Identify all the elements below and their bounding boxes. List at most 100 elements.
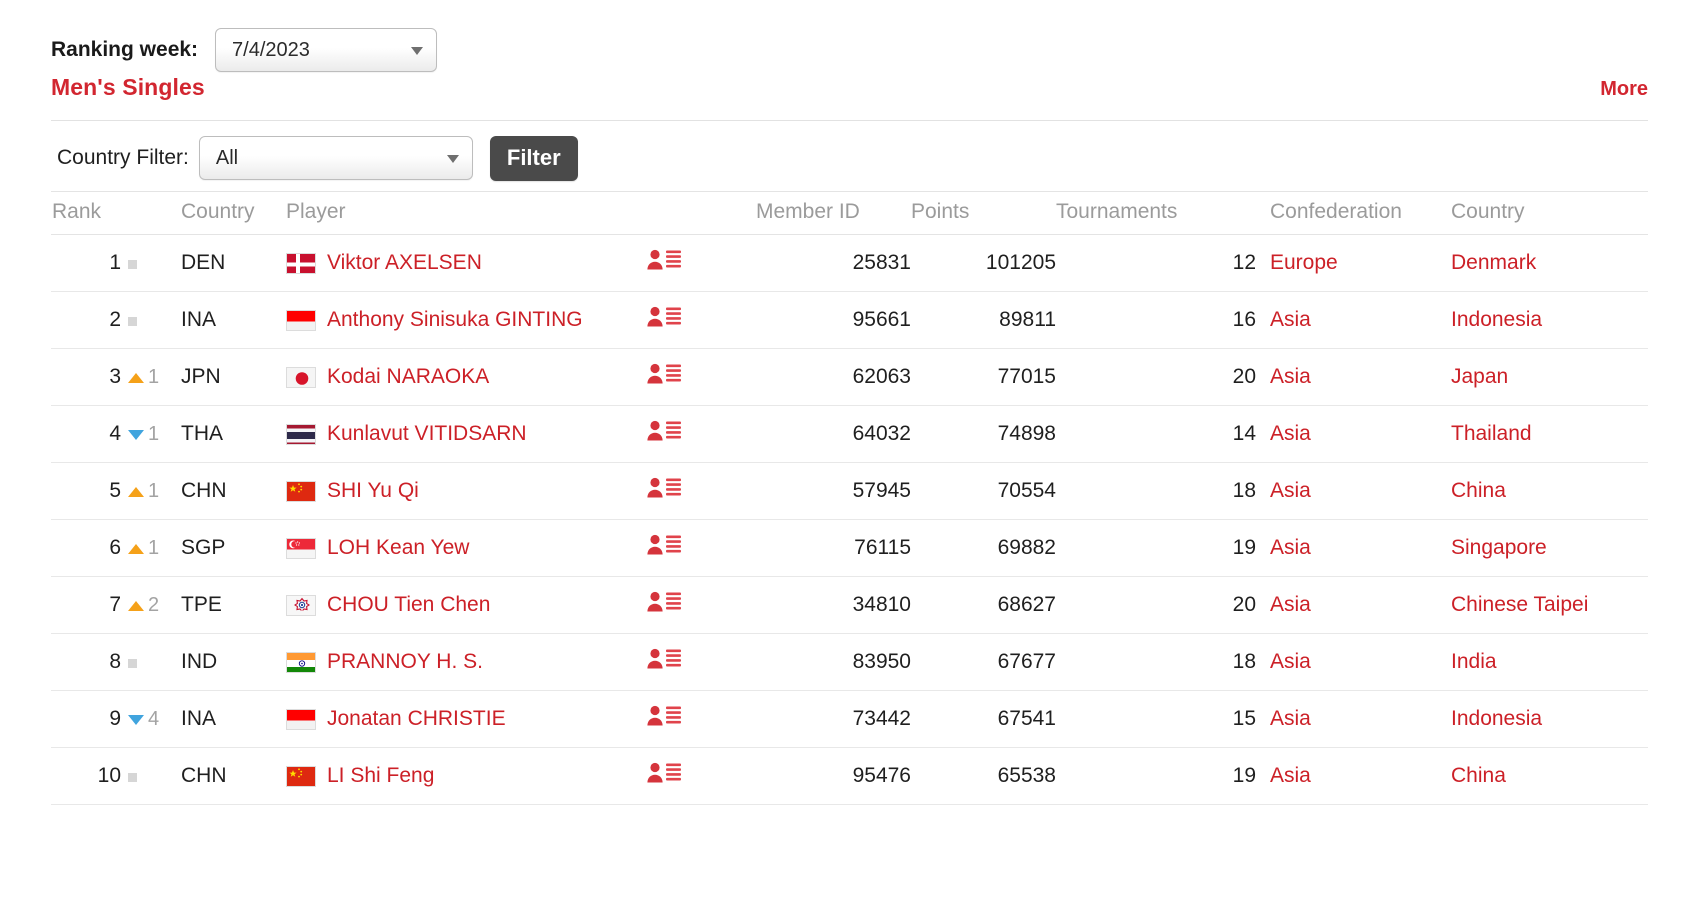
- cell-country-code: DEN: [181, 234, 286, 292]
- cell-confederation: Asia: [1256, 462, 1451, 520]
- column-header-member-id[interactable]: Member ID: [756, 191, 911, 235]
- column-header-points[interactable]: Points: [911, 191, 1056, 235]
- confederation-link[interactable]: Asia: [1270, 650, 1311, 673]
- arrow-up-icon: [128, 543, 144, 554]
- cell-rank-movement: 1: [121, 519, 181, 577]
- column-header-confederation[interactable]: Confederation: [1256, 191, 1451, 235]
- cell-points: 74898: [911, 405, 1056, 463]
- column-header-country-code[interactable]: Country: [181, 191, 286, 235]
- country-link[interactable]: Chinese Taipei: [1451, 593, 1588, 616]
- confederation-link[interactable]: Asia: [1270, 308, 1311, 331]
- cell-tournaments: 18: [1056, 462, 1256, 520]
- player-name-link[interactable]: SHI Yu Qi: [327, 479, 419, 503]
- country-link[interactable]: Denmark: [1451, 251, 1536, 274]
- cell-country-code: INA: [181, 690, 286, 748]
- cell-confederation: Asia: [1256, 633, 1451, 691]
- rank-movement-value: 1: [148, 537, 160, 560]
- country-link[interactable]: Thailand: [1451, 422, 1532, 445]
- player-name-link[interactable]: PRANNOY H. S.: [327, 650, 483, 674]
- confederation-link[interactable]: Asia: [1270, 593, 1311, 616]
- cell-points: 67541: [911, 690, 1056, 748]
- table-row: 10 CHN LI Shi Feng 95476 65538 19 Asia China: [51, 747, 1648, 805]
- player-profile-icon[interactable]: [646, 590, 682, 614]
- table-header: Rank Country Player Member ID Points Tou…: [51, 191, 1648, 235]
- player-name-link[interactable]: Kodai NARAOKA: [327, 365, 489, 389]
- cell-rank: 4: [51, 405, 121, 463]
- cell-confederation: Asia: [1256, 405, 1451, 463]
- thailand-flag: [286, 423, 316, 445]
- ranking-week-value: 7/4/2023: [232, 38, 310, 61]
- country-filter-value: All: [215, 146, 239, 169]
- player-name-link[interactable]: LOH Kean Yew: [327, 536, 469, 560]
- square-icon: [128, 659, 137, 668]
- cell-rank-movement: 1: [121, 348, 181, 406]
- player-profile-icon[interactable]: [646, 248, 682, 272]
- cell-points: 68627: [911, 576, 1056, 634]
- player-profile-icon[interactable]: [646, 647, 682, 671]
- cell-player: Anthony Sinisuka GINTING: [286, 291, 646, 349]
- more-link[interactable]: More: [1600, 78, 1648, 101]
- cell-rank-movement: [121, 747, 181, 805]
- cell-points: 101205: [911, 234, 1056, 292]
- rank-movement-up: 1: [128, 480, 159, 503]
- cell-country: Denmark: [1451, 234, 1648, 292]
- player-profile-icon[interactable]: [646, 419, 682, 443]
- cell-rank: 8: [51, 633, 121, 691]
- player-name-link[interactable]: Jonatan CHRISTIE: [327, 707, 506, 731]
- country-link[interactable]: Singapore: [1451, 536, 1547, 559]
- table-row: 3 1 JPN Kodai NARAOKA 62063 77015 20 Asia Japan: [51, 348, 1648, 406]
- table-row: 1 DEN Viktor AXELSEN 25831 101205 12 Europe Den…: [51, 234, 1648, 292]
- country-link[interactable]: Japan: [1451, 365, 1508, 388]
- player-profile-icon[interactable]: [646, 476, 682, 500]
- confederation-link[interactable]: Asia: [1270, 479, 1311, 502]
- cell-profile-icon: [646, 633, 756, 691]
- cell-member-id: 76115: [756, 519, 911, 577]
- cell-rank: 6: [51, 519, 121, 577]
- ranking-week-select[interactable]: 7/4/2023: [215, 28, 438, 72]
- cell-rank-movement: 1: [121, 405, 181, 463]
- cell-player: Kodai NARAOKA: [286, 348, 646, 406]
- player-profile-icon[interactable]: [646, 533, 682, 557]
- player-profile-icon[interactable]: [646, 761, 682, 785]
- player-profile-icon[interactable]: [646, 704, 682, 728]
- country-filter-label: Country Filter:: [57, 146, 189, 169]
- player-name-link[interactable]: Kunlavut VITIDSARN: [327, 422, 527, 446]
- column-header-rank[interactable]: Rank: [51, 191, 121, 235]
- rank-movement-none: [128, 260, 137, 269]
- player-profile-icon[interactable]: [646, 362, 682, 386]
- rank-movement-up: 1: [128, 366, 159, 389]
- confederation-link[interactable]: Asia: [1270, 707, 1311, 730]
- cell-rank-movement: [121, 633, 181, 691]
- column-header-player[interactable]: Player: [286, 191, 646, 235]
- player-profile-icon[interactable]: [646, 305, 682, 329]
- confederation-link[interactable]: Asia: [1270, 422, 1311, 445]
- player-name-link[interactable]: LI Shi Feng: [327, 764, 434, 788]
- square-icon: [128, 773, 137, 782]
- country-link[interactable]: India: [1451, 650, 1497, 673]
- country-filter-select[interactable]: All: [198, 136, 473, 180]
- country-link[interactable]: Indonesia: [1451, 707, 1542, 730]
- table-row: 8 IND PRANNOY H. S. 83950 67677 18 Asia India: [51, 633, 1648, 691]
- country-link[interactable]: Indonesia: [1451, 308, 1542, 331]
- cell-country: Japan: [1451, 348, 1648, 406]
- country-link[interactable]: China: [1451, 479, 1506, 502]
- arrow-up-icon: [128, 372, 144, 383]
- confederation-link[interactable]: Asia: [1270, 365, 1311, 388]
- arrow-down-icon: [128, 714, 144, 725]
- player-name-link[interactable]: Anthony Sinisuka GINTING: [327, 308, 583, 332]
- rank-movement-down: 4: [128, 708, 159, 731]
- japan-flag: [286, 366, 316, 388]
- player-name-link[interactable]: Viktor AXELSEN: [327, 251, 482, 275]
- filter-button[interactable]: Filter: [489, 135, 578, 181]
- player-name-link[interactable]: CHOU Tien Chen: [327, 593, 490, 617]
- confederation-link[interactable]: Asia: [1270, 764, 1311, 787]
- column-header-tournaments[interactable]: Tournaments: [1056, 191, 1256, 235]
- confederation-link[interactable]: Asia: [1270, 536, 1311, 559]
- cell-country: India: [1451, 633, 1648, 691]
- confederation-link[interactable]: Europe: [1270, 251, 1338, 274]
- column-header-country[interactable]: Country: [1451, 191, 1648, 235]
- country-link[interactable]: China: [1451, 764, 1506, 787]
- chevron-down-icon: [446, 155, 459, 163]
- china-flag: [286, 765, 316, 787]
- column-header-movement: [121, 191, 181, 235]
